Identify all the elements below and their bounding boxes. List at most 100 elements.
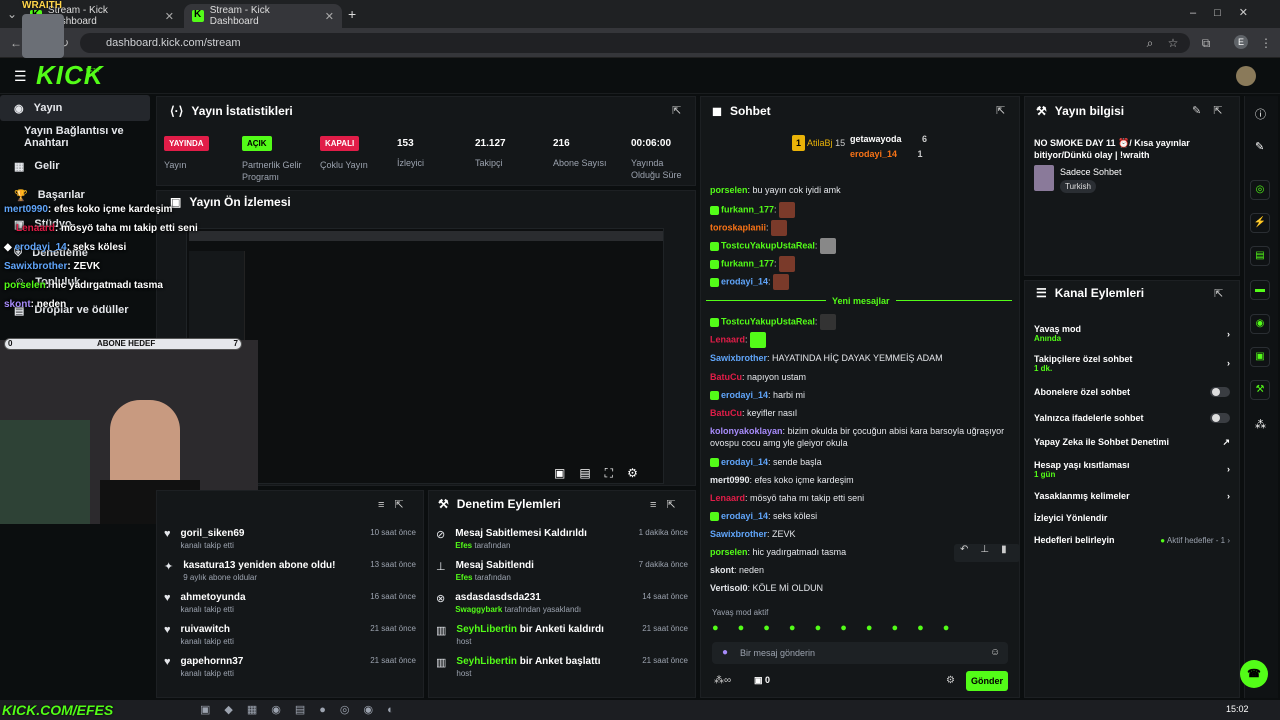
chat-message: mert0990: efes koko içme kardeşim: [710, 475, 854, 485]
chat-message: Vertisol0: KÖLE Mİ OLDUN: [710, 583, 824, 593]
moderation-header: ⚒ Denetim Eylemleri: [438, 497, 561, 511]
preview-controls[interactable]: ▣▤⛶⚙: [554, 466, 652, 481]
gavel-icon: ⚒: [438, 497, 449, 511]
followers-only-action[interactable]: Takipçilere özel sohbet 1 dk. ›: [1034, 347, 1230, 379]
moderation-item: ▥ SeyhLibertin bir Anketi kaldırdı host 21 …: [436, 624, 688, 646]
window-controls[interactable]: –□✕: [1190, 6, 1266, 19]
url-field[interactable]: dashboard.kick.com/stream: [80, 33, 1190, 53]
stream-info-panel: [1024, 96, 1240, 276]
rail-more-icon[interactable]: ⁂: [1255, 418, 1266, 431]
menu-dots-icon[interactable]: ⋮: [1258, 36, 1274, 50]
slow-mode-action[interactable]: Yavaş mod Anında ›: [1034, 320, 1230, 347]
activity-list: ♥ goril_siken69 kanalı takip etti 10 saat ö…: [164, 528, 416, 688]
footer-brand: KICK.COM/EFES: [2, 702, 114, 718]
stat-multistream: KAPALI Çoklu Yayın: [320, 136, 390, 171]
user-avatar[interactable]: [1236, 66, 1256, 86]
beta-tag: BETA: [86, 68, 99, 74]
popout-icon[interactable]: ⇱: [672, 104, 681, 117]
pin-icon: ⊥: [436, 561, 446, 573]
moderation-controls[interactable]: ≡⇱: [650, 498, 686, 511]
goal-bar: 0 ABONE HEDEF 7: [4, 338, 242, 350]
account-age-action[interactable]: Hesap yaşı kısıtlaması 1 gün ›: [1034, 453, 1230, 485]
close-tab-icon[interactable]: ✕: [325, 10, 334, 23]
activity-item: ♥ goril_siken69 kanalı takip etti 10 saat ö…: [164, 528, 416, 550]
preview-title: Yayın Ön İzlemesi: [189, 195, 291, 209]
tab-search-icon[interactable]: ⌄: [4, 7, 20, 21]
channel-actions-list: Yavaş mod Anında › Takipçilere özel sohbet…: [1034, 320, 1230, 551]
stats-icon: ⟨·⟩: [170, 104, 184, 118]
emoji-icon[interactable]: ☺: [990, 647, 1000, 658]
emotes-only-toggle[interactable]: [1210, 413, 1230, 423]
subs-only-toggle[interactable]: [1210, 387, 1230, 397]
rail-broadcast-icon[interactable]: ◉: [1250, 314, 1270, 334]
channel-actions-header: ☰ Kanal Eylemleri: [1036, 286, 1144, 300]
chat-message: BatuCu: keyifler nasıl: [710, 408, 798, 418]
top-gifter-3: erodayi_14 1: [850, 149, 923, 159]
heart-icon: ♥: [164, 624, 171, 636]
emote-bar[interactable]: ●●●●●●●●●●: [712, 622, 1012, 636]
chat-settings-icon[interactable]: ⚙: [946, 675, 955, 686]
broadcast-icon: ◉: [14, 102, 24, 115]
overlay-chat-line: Sawixbrother: ZEVK: [4, 261, 101, 272]
tab-title: Stream - Kick Dashboard: [47, 5, 108, 27]
points-icon[interactable]: ⁂∞: [714, 675, 731, 686]
mic-icon[interactable]: ●: [722, 647, 728, 658]
goals-action[interactable]: Hedefleri belirleyin ● Aktif hedefler - 1…: [1034, 529, 1230, 551]
overlay-chat-line: ◆ erodayi_14: seks kölesi: [4, 242, 127, 253]
chat-header: ◼ Sohbet: [712, 104, 771, 118]
chat-message: erodayi_14: harbi mi: [710, 389, 1010, 407]
profile-avatar[interactable]: E: [1234, 35, 1248, 49]
channel-popout-icon[interactable]: ⇱: [1214, 287, 1223, 300]
chat-message: kolonyakoklayan: bizim okulda bir çocuğu…: [710, 426, 1005, 448]
heart-icon: ♥: [164, 592, 171, 604]
emotes-only-action[interactable]: Yalnızca ifadelerle sohbet: [1034, 405, 1230, 431]
overlay-chat-line: mert0990: efes koko içme kardeşim: [4, 204, 173, 215]
ai-moderation-action[interactable]: Yapay Zeka ile Sohbet Denetimi ↗: [1034, 431, 1230, 453]
stat-followers: 21.127 Takipçi: [475, 138, 506, 168]
edit-icon[interactable]: ✎: [1255, 140, 1264, 153]
stats-header: ⟨·⟩ Yayın İstatistikleri: [170, 104, 293, 118]
extensions-icon[interactable]: ⧉: [1198, 36, 1214, 51]
hamburger-menu-icon[interactable]: ☰: [14, 68, 27, 85]
chevron-right-icon: ›: [1227, 464, 1230, 474]
language-tag: Turkish: [1060, 180, 1096, 193]
taskbar-apps[interactable]: ▣◆▦◉▤●◎◉◐: [200, 703, 408, 716]
activity-controls[interactable]: ≡⇱: [378, 498, 414, 511]
banned-words-action[interactable]: Yasaklanmış kelimeler ›: [1034, 485, 1230, 507]
activity-item: ♥ ahmetoyunda kanalı takip etti 16 saat önc…: [164, 592, 416, 614]
chat-message: toroskaplanii:: [710, 220, 1010, 238]
activity-item: ♥ gapehornn37 kanalı takip etti 21 saat önc…: [164, 656, 416, 678]
support-button[interactable]: ☎: [1240, 660, 1268, 688]
close-tab-icon[interactable]: ✕: [165, 10, 174, 23]
zoom-icon[interactable]: ⌕: [1142, 36, 1158, 51]
rail-flash-icon[interactable]: ⚡: [1250, 213, 1270, 233]
subs-only-action[interactable]: Abonelere özel sohbet: [1034, 379, 1230, 405]
chat-message: erodayi_14:: [710, 274, 1010, 292]
message-actions[interactable]: ↶⊥▮: [954, 544, 1020, 562]
browser-tab-2[interactable]: Stream - Kick Dashboard ✕: [184, 4, 342, 28]
rail-chat-icon[interactable]: ▬: [1250, 280, 1270, 300]
sidebar-item-gelir[interactable]: ▦ Gelir: [0, 153, 150, 179]
chat-popout-icon[interactable]: ⇱: [996, 104, 1005, 117]
category-thumbnail: [1034, 165, 1054, 191]
host-action[interactable]: İzleyici Yönlendir: [1034, 507, 1230, 529]
rail-tools-icon[interactable]: ⚒: [1250, 380, 1270, 400]
send-button[interactable]: Gönder: [966, 671, 1008, 691]
rail-camera-icon[interactable]: ◎: [1250, 180, 1270, 200]
sidebar-item-stream-key[interactable]: Yayın Bağlantısı ve Anahtarı: [0, 124, 150, 150]
kick-logo[interactable]: KICK: [36, 60, 104, 91]
clock: 15:02: [1226, 704, 1249, 714]
ban-icon: ⊗: [436, 593, 446, 605]
rail-media-icon[interactable]: ▣: [1250, 347, 1270, 367]
overlay-avatar: [22, 14, 64, 58]
new-tab-button[interactable]: +: [348, 6, 356, 22]
bookmark-star-icon[interactable]: ☆: [1165, 36, 1181, 50]
star-icon: ✦: [164, 561, 174, 573]
info-actions[interactable]: ✎⇱: [1192, 104, 1234, 117]
rail-notes-icon[interactable]: ▤: [1250, 246, 1270, 266]
info-icon[interactable]: ⓘ: [1255, 106, 1266, 122]
chevron-right-icon: ›: [1227, 491, 1230, 501]
sidebar-item-yayin[interactable]: ◉ Yayın: [0, 95, 150, 121]
kick-favicon-icon: [192, 9, 204, 22]
emote: [771, 220, 788, 236]
